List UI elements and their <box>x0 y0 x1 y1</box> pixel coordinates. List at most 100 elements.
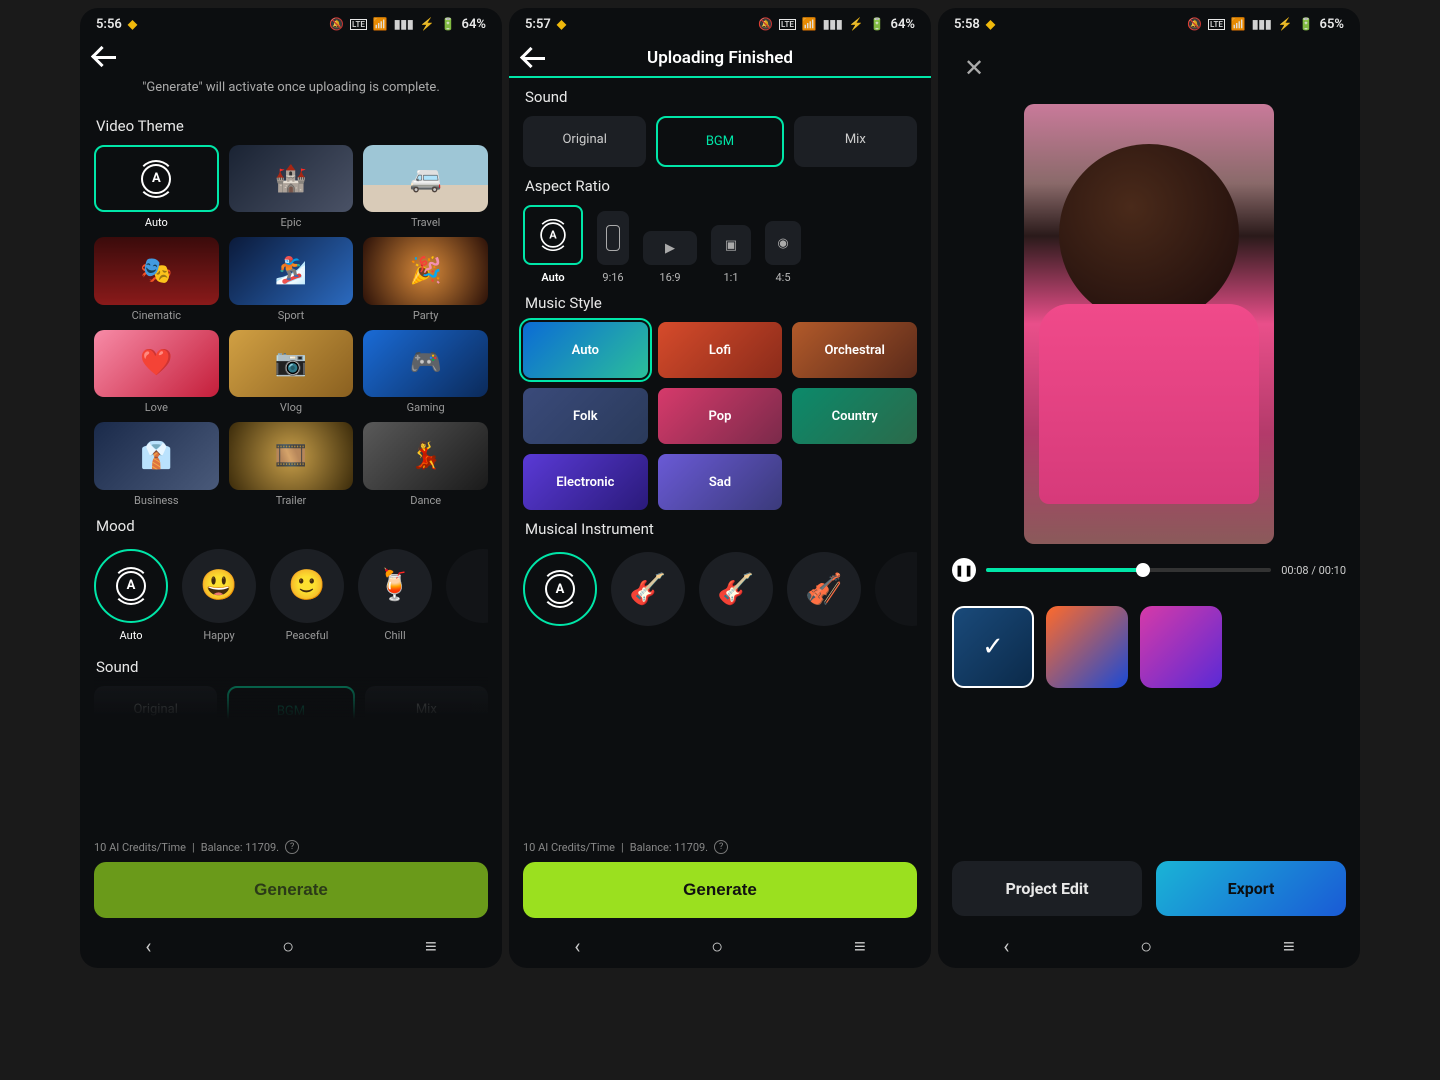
theme-label: Cinematic <box>132 309 181 322</box>
nav-home[interactable]: ○ <box>687 928 747 965</box>
time-display: 00:08 / 00:10 <box>1281 564 1346 577</box>
android-navbar: ‹ ○ ≡ <box>938 924 1360 968</box>
theme-label: Trailer <box>276 494 307 507</box>
music-folk[interactable]: Folk <box>523 388 648 444</box>
seek-bar[interactable] <box>986 568 1271 572</box>
fade-overlay <box>94 677 488 737</box>
sound-bgm[interactable]: BGM <box>656 116 783 167</box>
back-button[interactable] <box>94 48 120 66</box>
variant-1[interactable]: ✓ <box>952 606 1034 688</box>
theme-sport[interactable]: 🏂Sport <box>229 237 354 321</box>
binance-icon: ◆ <box>128 17 137 31</box>
theme-business[interactable]: 👔Business <box>94 422 219 506</box>
instrument-acoustic-guitar[interactable]: 🎸 <box>611 552 685 626</box>
clock: 5:56 <box>96 17 122 32</box>
section-instrument: Musical Instrument <box>525 520 915 538</box>
aspect-auto[interactable]: Auto <box>523 205 583 284</box>
nav-back[interactable]: ‹ <box>550 928 604 964</box>
battery-icon: 🔋 <box>1299 17 1314 31</box>
auto-icon <box>540 222 566 248</box>
credits-info: 10 AI Credits/Time|Balance: 11709. ? <box>94 840 488 854</box>
section-video-theme: Video Theme <box>96 117 486 135</box>
close-button[interactable]: ✕ <box>952 48 996 88</box>
aspect-label: Auto <box>541 271 564 284</box>
theme-trailer[interactable]: 🎞️Trailer <box>229 422 354 506</box>
aspect-1-1[interactable]: ▣1:1 <box>711 225 751 284</box>
music-orchestral[interactable]: Orchestral <box>792 322 917 378</box>
section-sound: Sound <box>96 658 486 676</box>
export-button[interactable]: Export <box>1156 861 1346 916</box>
instrument-violin[interactable]: 🎻 <box>787 552 861 626</box>
screen-3-preview-export: 5:58◆ 🔕 LTE 📶 ▮▮▮ ⚡ 🔋 65% ✕ ❚❚ 00:08 / 0… <box>938 8 1360 968</box>
help-icon[interactable]: ? <box>714 840 728 854</box>
variant-3[interactable] <box>1140 606 1222 688</box>
video-preview[interactable] <box>1024 104 1274 544</box>
music-lofi[interactable]: Lofi <box>658 322 783 378</box>
theme-label: Auto <box>145 216 168 229</box>
theme-travel[interactable]: 🚐Travel <box>363 145 488 229</box>
nav-back[interactable]: ‹ <box>979 928 1033 964</box>
mood-peaceful[interactable]: 🙂Peaceful <box>270 549 344 642</box>
aspect-4-5[interactable]: ◉ 4:5 <box>765 221 801 284</box>
mood-label: Chill <box>384 629 405 642</box>
mood-happy[interactable]: 😃Happy <box>182 549 256 642</box>
mood-label: Auto <box>120 629 143 642</box>
instrument-electric-guitar[interactable]: 🎸 <box>699 552 773 626</box>
seek-knob[interactable] <box>1136 563 1150 577</box>
theme-love[interactable]: ❤️Love <box>94 330 219 414</box>
bolt-icon: ⚡ <box>1278 17 1293 31</box>
binance-icon: ◆ <box>986 17 995 31</box>
nav-recents[interactable]: ≡ <box>401 928 461 965</box>
section-mood: Mood <box>96 517 486 535</box>
generate-button[interactable]: Generate <box>523 862 917 918</box>
theme-party[interactable]: 🎉Party <box>363 237 488 321</box>
back-button[interactable] <box>523 49 549 67</box>
theme-auto[interactable]: Auto <box>94 145 219 229</box>
aspect-9-16[interactable]: 9:16 <box>597 211 629 284</box>
sound-original[interactable]: Original <box>523 116 646 167</box>
credits-info: 10 AI Credits/Time|Balance: 11709. ? <box>523 840 917 854</box>
mood-more[interactable] <box>446 549 488 642</box>
variant-2[interactable] <box>1046 606 1128 688</box>
theme-vlog[interactable]: 📷Vlog <box>229 330 354 414</box>
android-navbar: ‹ ○ ≡ <box>80 924 502 968</box>
music-auto[interactable]: Auto <box>523 322 648 378</box>
theme-cinematic[interactable]: 🎭Cinematic <box>94 237 219 321</box>
instrument-auto[interactable] <box>523 552 597 626</box>
help-icon[interactable]: ? <box>285 840 299 854</box>
nav-recents[interactable]: ≡ <box>830 928 890 965</box>
mute-icon: 🔕 <box>1187 17 1202 31</box>
music-electronic[interactable]: Electronic <box>523 454 648 510</box>
generate-button[interactable]: Generate <box>94 862 488 918</box>
youtube-icon: ▶ <box>665 241 675 256</box>
mood-auto[interactable]: Auto <box>94 549 168 642</box>
volte-icon: LTE <box>350 19 367 30</box>
theme-dance[interactable]: 💃Dance <box>363 422 488 506</box>
status-bar: 5:57◆ 🔕 LTE 📶 ▮▮▮ ⚡ 🔋 64% <box>509 8 931 40</box>
music-country[interactable]: Country <box>792 388 917 444</box>
nav-home[interactable]: ○ <box>1116 928 1176 965</box>
upload-hint: "Generate" will activate once uploading … <box>94 74 488 107</box>
aspect-16-9[interactable]: ▶16:9 <box>643 231 697 284</box>
theme-epic[interactable]: 🏰Epic <box>229 145 354 229</box>
section-aspect-ratio: Aspect Ratio <box>525 177 915 195</box>
aspect-label: 1:1 <box>723 271 738 284</box>
mood-label: Happy <box>203 629 234 642</box>
aspect-label: 4:5 <box>775 271 790 284</box>
theme-label: Travel <box>411 216 440 229</box>
signal-icon: ▮▮▮ <box>394 17 414 31</box>
wifi-icon: 📶 <box>373 17 388 31</box>
nav-recents[interactable]: ≡ <box>1259 928 1319 965</box>
music-pop[interactable]: Pop <box>658 388 783 444</box>
mood-chill[interactable]: 🍹Chill <box>358 549 432 642</box>
music-sad[interactable]: Sad <box>658 454 783 510</box>
pause-button[interactable]: ❚❚ <box>952 558 976 582</box>
nav-home[interactable]: ○ <box>258 928 318 965</box>
theme-gaming[interactable]: 🎮Gaming <box>363 330 488 414</box>
instrument-more[interactable] <box>875 552 917 626</box>
instagram-icon: ◉ <box>777 236 788 251</box>
nav-back[interactable]: ‹ <box>121 928 175 964</box>
status-bar: 5:58◆ 🔕 LTE 📶 ▮▮▮ ⚡ 🔋 65% <box>938 8 1360 40</box>
sound-mix[interactable]: Mix <box>794 116 917 167</box>
project-edit-button[interactable]: Project Edit <box>952 861 1142 916</box>
